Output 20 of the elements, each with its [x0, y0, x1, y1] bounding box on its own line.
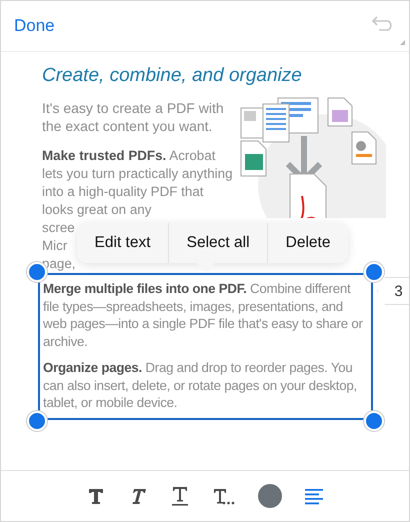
partial-text-line: Micr [42, 237, 68, 255]
resize-handle[interactable] [27, 410, 47, 430]
page-number-tab[interactable]: 3 [377, 277, 409, 305]
intro-paragraph: It's easy to create a PDF with the exact content you want. [42, 99, 225, 135]
align-left-icon[interactable] [304, 486, 324, 506]
menu-item[interactable]: Edit text [77, 223, 168, 263]
text-selection-box[interactable] [38, 273, 373, 420]
partial-text-line: scree [42, 219, 75, 237]
resize-handle[interactable] [364, 410, 384, 430]
color-swatch[interactable] [258, 484, 282, 508]
underline-text-icon[interactable] [170, 485, 190, 507]
menu-item[interactable]: Delete [267, 223, 348, 263]
done-button[interactable]: Done [14, 16, 55, 36]
bold-text-icon[interactable] [86, 486, 106, 506]
body-paragraph: Organize pages. Drag and drop to reorder pages. You can also insert, delete, or rotate pages on your desktop, tablet, or mobile device. [43, 359, 358, 412]
more-text-styles-icon[interactable] [212, 486, 236, 506]
body-paragraph: Merge multiple files into one PDF. Combine different file types—spreadsheets, images, presentations, and web pages—into a single PDF file that's easy to share or archive. [43, 280, 364, 350]
heading: Create, combine, and organize [42, 65, 303, 87]
resize-handle[interactable] [364, 262, 384, 282]
resize-corner-icon [400, 40, 405, 45]
